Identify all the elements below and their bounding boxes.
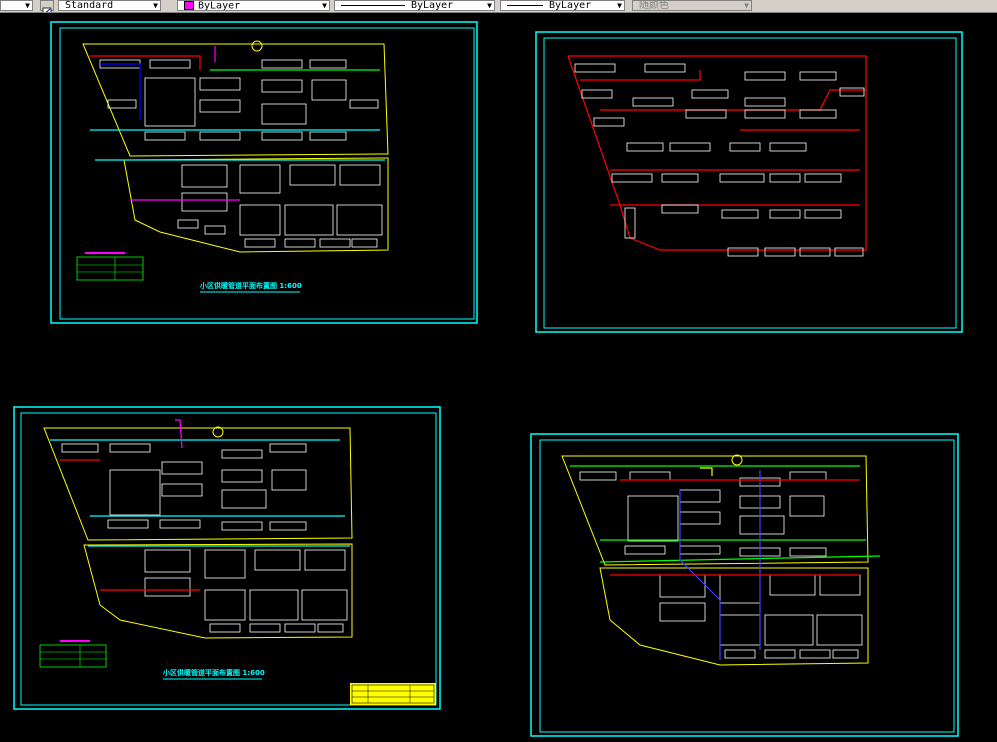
sheet-2-pipes	[567, 55, 867, 251]
sheet-1: 小区供暖管道平面布置图 1:600	[50, 21, 478, 324]
sheet-3-legend	[39, 640, 107, 668]
sheet-1-title: 小区供暖管道平面布置图 1:600	[199, 281, 302, 290]
sheet-1-pipes	[90, 46, 385, 201]
sheet-1-roundabout	[251, 40, 263, 52]
sheet-4-outer-frame	[530, 433, 959, 737]
sheet-3: 小区供暖管道平面布置图 1:600	[13, 406, 441, 710]
sheet-4-inner-frame	[539, 439, 955, 733]
sheet-1-buildings	[99, 59, 383, 248]
sheet-4-pipes	[570, 465, 881, 660]
sheet-3-title-block	[350, 683, 436, 705]
sheet-2-inner-frame	[543, 37, 957, 329]
sheet-3-title: 小区供暖管道平面布置图 1:600	[162, 668, 265, 677]
sheet-4-south-block	[599, 567, 869, 666]
drawing-canvas[interactable]: 小区供暖管道平面布置图 1:600 小区供暖管道平面布置图 1:600	[0, 0, 997, 742]
sheet-2	[535, 31, 963, 333]
sheet-2-buildings	[574, 63, 865, 257]
sheet-3-inner-frame	[20, 412, 437, 706]
sheet-1-legend	[76, 252, 144, 281]
sheet-4	[530, 433, 959, 737]
sheet-1-inner-frame	[59, 27, 475, 320]
